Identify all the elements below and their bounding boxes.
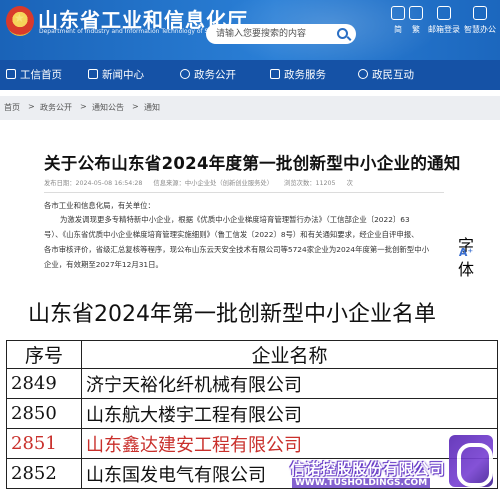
- breadcrumb-notice[interactable]: 通知: [144, 102, 160, 113]
- watermark-text: 信诺控股股份有限公司: [290, 460, 446, 478]
- article-paragraph: 各市审核评价，省级汇总复核等程序，现公布山东云天安全技术有限公司等5724家企业…: [44, 245, 429, 254]
- nav-label-interaction: 政民互动: [372, 69, 414, 81]
- row-serial: 2852: [6, 458, 82, 489]
- breadcrumb-home[interactable]: 首页: [4, 102, 20, 113]
- info-icon: [180, 69, 190, 79]
- breadcrumb-separator: >: [132, 102, 139, 111]
- interact-icon: [358, 69, 368, 79]
- article-title: 关于公布山东省2024年度第一批创新型中小企业的通知: [44, 154, 461, 173]
- view-unit: 次: [346, 180, 353, 187]
- mail-login-button[interactable]: 邮箱登录: [424, 6, 464, 35]
- breadcrumb-separator: >: [80, 102, 87, 111]
- nav-item-home[interactable]: 工信首页: [6, 60, 62, 90]
- search-input[interactable]: [216, 26, 326, 42]
- font-increase-button[interactable]: A⁺: [454, 246, 478, 259]
- article-paragraph: 企业，有效期至2027年12月31日。: [44, 260, 163, 269]
- watermark-logo-icon: [449, 435, 493, 487]
- smart-office-button[interactable]: 智慧办公: [460, 6, 500, 35]
- row-company: 济宁天裕化纤机械有限公司: [81, 368, 498, 399]
- breadcrumb-separator: >: [28, 102, 35, 111]
- mail-login-label: 邮箱登录: [428, 25, 460, 34]
- view-count: 浏览次数：11205: [284, 180, 336, 187]
- smart-office-label: 智慧办公: [464, 25, 496, 34]
- divider: [44, 192, 444, 193]
- service-icon: [270, 69, 280, 79]
- breadcrumb-open-gov[interactable]: 政务公开: [40, 102, 72, 113]
- article-paragraph: 各市工业和信息化局，有关单位：: [44, 201, 155, 210]
- breadcrumb-notices[interactable]: 通知公告: [92, 102, 124, 113]
- header-serial: 序号: [6, 340, 82, 369]
- nav-item-interaction[interactable]: 政民互动: [358, 60, 414, 90]
- home-icon: [6, 69, 16, 79]
- traditional-icon: [409, 6, 423, 20]
- row-serial: 2849: [6, 368, 82, 399]
- breadcrumb: 首页 > 政务公开 > 通知公告 > 通知: [0, 96, 500, 120]
- article-paragraph: 号）、《山东省优质中小企业梯度培育管理实施细则》（鲁工信发〔2022〕8号）和有…: [44, 230, 419, 239]
- article-paragraph: 为激发调现更多专精特新中小企业，根据《优质中小企业梯度培育管理暂行办法》（工信部…: [60, 215, 410, 224]
- search-box: [206, 24, 356, 44]
- table-row: 2849 济宁天裕化纤机械有限公司: [6, 368, 498, 399]
- nav-label-open-gov: 政务公开: [194, 69, 236, 81]
- nav-label-news: 新闻中心: [102, 69, 144, 81]
- table-row: 2850 山东航大楼宇工程有限公司: [6, 398, 498, 429]
- national-emblem-icon[interactable]: [6, 6, 34, 36]
- list-title: 山东省2024年第一批创新型中小企业名单: [28, 302, 436, 327]
- article-meta: 发布日期：2024-05-08 16:54:28 信息来源：中小企业处（创新创业…: [44, 178, 362, 187]
- site-header: 山东省工业和信息化厅 Department of Industry and In…: [0, 0, 500, 60]
- nav-item-service[interactable]: 政务服务: [270, 60, 326, 90]
- mail-icon: [437, 6, 451, 20]
- nav-item-open-gov[interactable]: 政务公开: [180, 60, 236, 90]
- nav-label-home: 工信首页: [20, 69, 62, 81]
- table-header-row: 序号 企业名称: [6, 340, 498, 369]
- watermark-url: WWW.TUSHOLDINGS.COM: [292, 478, 431, 488]
- main-nav: 工信首页 新闻中心 政务公开 政务服务 政民互动: [0, 60, 500, 90]
- info-source: 信息来源：中小企业处（创新创业服务处）: [153, 180, 274, 187]
- publish-date: 发布日期：2024-05-08 16:54:28: [44, 180, 143, 187]
- row-company: 山东鑫达建安工程有限公司: [81, 428, 498, 459]
- table-row-highlighted: 2851 山东鑫达建安工程有限公司: [6, 428, 498, 459]
- search-icon[interactable]: [337, 28, 348, 39]
- row-company: 山东航大楼宇工程有限公司: [81, 398, 498, 429]
- office-icon: [473, 6, 487, 20]
- row-serial: 2851: [6, 428, 82, 459]
- nav-item-news[interactable]: 新闻中心: [88, 60, 144, 90]
- nav-label-service: 政务服务: [284, 69, 326, 81]
- header-company-name: 企业名称: [81, 340, 498, 369]
- row-serial: 2850: [6, 398, 82, 429]
- news-icon: [88, 69, 98, 79]
